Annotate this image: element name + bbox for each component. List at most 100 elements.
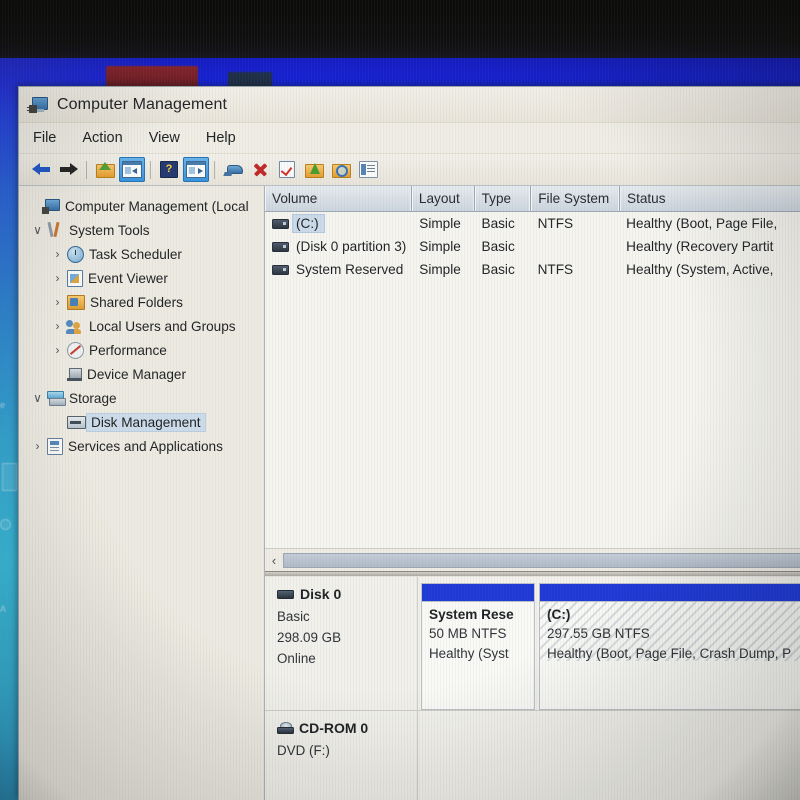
- scroll-left-arrow-icon[interactable]: ‹: [265, 553, 283, 568]
- table-row[interactable]: (Disk 0 partition 3) Simple Basic Health…: [265, 235, 800, 258]
- graphical-disk-view[interactable]: Disk 0 Basic 298.09 GB Online System Res…: [265, 577, 800, 800]
- disk-management-icon: [67, 415, 86, 429]
- tree-node-event-viewer[interactable]: › Event Viewer: [23, 266, 264, 290]
- back-button[interactable]: [28, 157, 54, 182]
- cell-volume[interactable]: System Reserved: [265, 262, 412, 277]
- chevron-right-icon[interactable]: ›: [49, 295, 66, 309]
- cell-type: Basic: [481, 262, 515, 277]
- chevron-down-icon[interactable]: ∨: [29, 391, 46, 405]
- folder-up-green-arrow-icon: [96, 162, 115, 178]
- column-header-file-system[interactable]: File System: [531, 186, 620, 211]
- disk-row-disk-0[interactable]: Disk 0 Basic 298.09 GB Online System Res…: [265, 577, 800, 711]
- cell-status: Healthy (Recovery Partit: [626, 239, 774, 254]
- menu-bar[interactable]: File Action View Help: [19, 123, 800, 154]
- cell-status: Healthy (Boot, Page File,: [626, 216, 778, 231]
- column-header-layout[interactable]: Layout: [411, 186, 475, 211]
- device-manager-icon: [67, 367, 82, 381]
- disk-name: CD-ROM 0: [299, 720, 369, 736]
- show-hide-action-pane-button[interactable]: [183, 157, 209, 182]
- partition-size: 297.55 GB NTFS: [547, 626, 650, 641]
- rescan-disks-button[interactable]: [220, 157, 246, 182]
- tree-node-performance[interactable]: › Performance: [23, 338, 264, 362]
- help-button[interactable]: ?: [156, 157, 182, 182]
- shared-folder-icon: [67, 294, 85, 310]
- disk-info-disk-0[interactable]: Disk 0 Basic 298.09 GB Online: [265, 577, 418, 710]
- chevron-down-icon[interactable]: ∨: [29, 223, 46, 237]
- window-title: Computer Management: [57, 95, 227, 113]
- tree-node-computer-management[interactable]: Computer Management (Local: [23, 194, 264, 218]
- scrollbar-thumb[interactable]: [283, 552, 800, 568]
- tree-node-local-users-and-groups[interactable]: › Local Users and Groups: [23, 314, 264, 338]
- column-header-type[interactable]: Type: [474, 186, 532, 211]
- services-icon: [47, 437, 63, 455]
- chevron-right-icon[interactable]: ›: [29, 439, 46, 453]
- disk-title-row: Disk 0: [277, 586, 417, 602]
- menu-item-file[interactable]: File: [33, 130, 56, 146]
- desktop-icon-label-partial-2: A: [0, 604, 7, 614]
- disk-capacity: 298.09 GB: [277, 630, 342, 645]
- window-titlebar[interactable]: Computer Management: [19, 87, 800, 123]
- console-tree-pane[interactable]: Computer Management (Local ∨ System Tool…: [19, 186, 265, 800]
- chevron-right-icon[interactable]: ›: [49, 271, 66, 285]
- partition-system-reserved[interactable]: System Rese 50 MB NTFS Healthy (Syst: [421, 583, 535, 710]
- partition-color-bar: [540, 584, 800, 602]
- menu-item-help[interactable]: Help: [206, 130, 236, 146]
- disk-type: Basic: [277, 609, 310, 624]
- device-icon: [224, 163, 243, 176]
- tree-node-shared-folders[interactable]: › Shared Folders: [23, 290, 264, 314]
- action-pane-icon: [186, 161, 206, 178]
- table-row[interactable]: System Reserved Simple Basic NTFS Health…: [265, 258, 800, 281]
- console-tree-icon: [122, 161, 142, 178]
- disk-title-row: CD-ROM 0: [277, 720, 417, 736]
- question-mark-icon: ?: [160, 161, 178, 178]
- tree-node-label: Storage: [69, 390, 117, 406]
- chevron-right-icon[interactable]: ›: [49, 343, 66, 357]
- cell-layout: Simple: [419, 262, 461, 277]
- show-hide-console-tree-button[interactable]: [119, 157, 145, 182]
- background-window-red[interactable]: [106, 66, 198, 88]
- disk-info-cd-rom-0[interactable]: CD-ROM 0 DVD (F:): [265, 711, 418, 800]
- delete-button[interactable]: [247, 157, 273, 182]
- tree-node-device-manager[interactable]: Device Manager: [23, 362, 264, 386]
- find-button[interactable]: [328, 157, 354, 182]
- toolbar-separator-1: [86, 160, 87, 179]
- toolbar[interactable]: ?: [19, 154, 800, 186]
- desktop-icon-partial-2[interactable]: [0, 519, 11, 530]
- partition-c-drive[interactable]: (C:) 297.55 GB NTFS Healthy (Boot, Page …: [539, 583, 800, 710]
- volume-list-header[interactable]: Volume Layout Type File System Status: [265, 186, 800, 212]
- list-properties-button[interactable]: [355, 157, 381, 182]
- horizontal-scrollbar[interactable]: ‹: [265, 548, 800, 571]
- tree-node-storage[interactable]: ∨ Storage: [23, 386, 264, 410]
- volume-list[interactable]: Volume Layout Type File System Status (C…: [265, 186, 800, 548]
- tree-node-system-tools[interactable]: ∨ System Tools: [23, 218, 264, 242]
- menu-item-view[interactable]: View: [149, 130, 180, 146]
- menu-item-action[interactable]: Action: [82, 130, 122, 146]
- tree-node-disk-management[interactable]: Disk Management: [23, 410, 264, 434]
- cell-status: Healthy (System, Active,: [626, 262, 774, 277]
- desktop-icon-partial-1[interactable]: [2, 463, 17, 491]
- tree-node-label: Shared Folders: [90, 294, 183, 310]
- disk-row-cd-rom-0[interactable]: CD-ROM 0 DVD (F:): [265, 711, 800, 800]
- column-header-status[interactable]: Status: [620, 186, 800, 211]
- cell-file-system: NTFS: [537, 216, 574, 231]
- computer-management-window[interactable]: Computer Management File Action View Hel…: [18, 86, 800, 800]
- tree-node-task-scheduler[interactable]: › Task Scheduler: [23, 242, 264, 266]
- column-header-volume[interactable]: Volume: [265, 186, 412, 211]
- tree-node-label: Services and Applications: [68, 438, 223, 454]
- users-group-icon: [66, 318, 84, 334]
- chevron-right-icon[interactable]: ›: [49, 247, 66, 261]
- results-pane: Volume Layout Type File System Status (C…: [265, 186, 800, 800]
- chevron-right-icon[interactable]: ›: [49, 319, 66, 333]
- tree-node-services-and-applications[interactable]: › Services and Applications: [23, 434, 264, 458]
- export-list-button[interactable]: [301, 157, 327, 182]
- performance-gauge-icon: [67, 341, 84, 359]
- table-row[interactable]: (C:) Simple Basic NTFS Healthy (Boot, Pa…: [265, 212, 800, 235]
- cell-volume[interactable]: (C:): [265, 214, 412, 233]
- up-one-level-button[interactable]: [92, 157, 118, 182]
- properties-check-button[interactable]: [274, 157, 300, 182]
- partition-status: Healthy (Syst: [429, 646, 509, 661]
- forward-button[interactable]: [55, 157, 81, 182]
- tree-node-label: Task Scheduler: [89, 246, 182, 262]
- cell-volume[interactable]: (Disk 0 partition 3): [265, 239, 412, 254]
- partition-strip-cd-rom-0: [418, 711, 800, 800]
